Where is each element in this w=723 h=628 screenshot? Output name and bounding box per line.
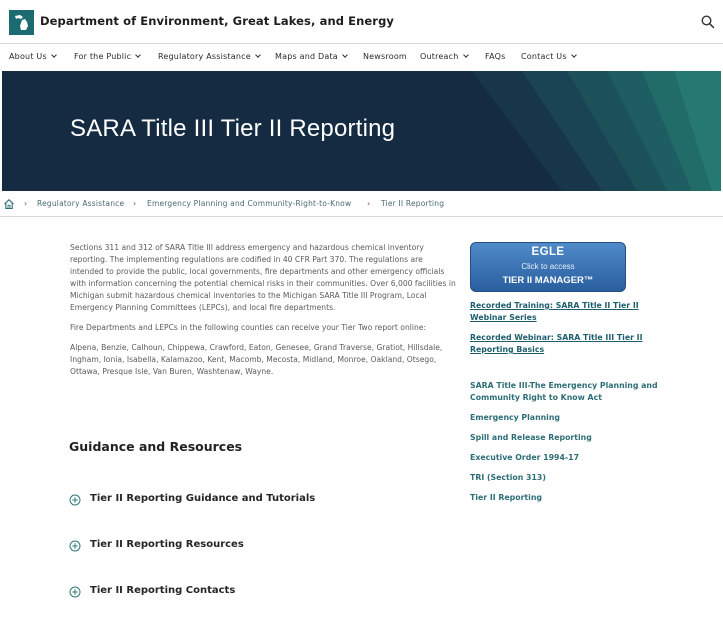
breadcrumb-separator-icon: ›	[24, 199, 28, 208]
related-link-emergency-planning[interactable]: Emergency Planning	[470, 412, 670, 424]
site-header: Department of Environment, Great Lakes, …	[0, 0, 723, 44]
nav-item-label: FAQs	[485, 52, 506, 61]
intro-paragraph: Sections 311 and 312 of SARA Title III a…	[70, 243, 456, 312]
main-nav: About Us For the Public Regulatory Assis…	[0, 44, 723, 71]
michigan-state-icon[interactable]	[9, 10, 34, 35]
nav-item-contact-us[interactable]: Contact Us	[521, 52, 577, 61]
tier-ii-manager-button[interactable]: EGLE Click to access TIER II MANAGER™	[470, 242, 626, 292]
search-icon	[701, 15, 715, 29]
hero-banner: SARA Title III Tier II Reporting	[2, 71, 721, 191]
search-button[interactable]	[700, 14, 716, 30]
plus-circle-icon	[69, 540, 81, 552]
counties-intro-paragraph: Fire Departments and LEPCs in the follow…	[70, 323, 427, 332]
breadcrumb-separator-icon: ›	[367, 199, 371, 208]
nav-item-label: Regulatory Assistance	[158, 52, 251, 61]
accordion-label: Tier II Reporting Contacts	[90, 585, 236, 596]
breadcrumb-item-emergency-planning[interactable]: Emergency Planning and Community-Right-t…	[147, 199, 351, 208]
accordion-contacts[interactable]: Tier II Reporting Contacts	[69, 585, 449, 601]
egle-button-title: TIER II MANAGER™	[502, 275, 594, 286]
accordion-guidance-and-tutorials[interactable]: Tier II Reporting Guidance and Tutorials	[69, 493, 449, 509]
accordion-label: Tier II Reporting Guidance and Tutorials	[90, 493, 316, 504]
nav-item-for-the-public[interactable]: For the Public	[74, 52, 142, 61]
nav-item-label: Maps and Data	[275, 52, 338, 61]
chevron-down-icon	[135, 52, 142, 58]
nav-item-faqs[interactable]: FAQs	[485, 52, 505, 61]
plus-circle-icon	[69, 494, 81, 506]
related-link-tri-section-313[interactable]: TRI (Section 313)	[470, 472, 670, 484]
section-title: Guidance and Resources	[69, 439, 243, 454]
nav-item-outreach[interactable]: Outreach	[420, 52, 469, 61]
breadcrumb-item-tier-ii-reporting: Tier II Reporting	[381, 199, 445, 208]
nav-item-label: Newsroom	[363, 52, 407, 61]
nav-item-newsroom[interactable]: Newsroom	[363, 52, 407, 61]
plus-circle-icon	[69, 586, 81, 598]
recorded-training-link[interactable]: Recorded Training: SARA Title II Tier II…	[470, 300, 670, 324]
nav-item-about-us[interactable]: About Us	[9, 52, 57, 61]
chevron-down-icon	[462, 52, 469, 58]
chevron-down-icon	[570, 52, 577, 58]
accordion-resources[interactable]: Tier II Reporting Resources	[69, 539, 449, 555]
site-title[interactable]: Department of Environment, Great Lakes, …	[40, 14, 394, 28]
related-link-spill-and-release[interactable]: Spill and Release Reporting	[470, 432, 670, 444]
counties-list-paragraph: Alpena, Benzie, Calhoun, Chippewa, Crawf…	[70, 343, 443, 376]
nav-item-label: Contact Us	[521, 52, 567, 61]
nav-item-label: For the Public	[74, 52, 132, 61]
page-title: SARA Title III Tier II Reporting	[70, 115, 396, 142]
recorded-webinar-link[interactable]: Recorded Webinar: SARA Title III Tier II…	[470, 332, 670, 356]
accordion-label: Tier II Reporting Resources	[90, 539, 244, 550]
related-link-executive-order[interactable]: Executive Order 1994-17	[470, 452, 670, 464]
nav-item-maps-and-data[interactable]: Maps and Data	[275, 52, 348, 61]
chevron-down-icon	[50, 52, 57, 58]
breadcrumb-item-regulatory-assistance[interactable]: Regulatory Assistance	[37, 199, 124, 208]
breadcrumb-separator-icon: ›	[133, 199, 137, 208]
chevron-down-icon	[342, 52, 348, 58]
nav-item-label: Outreach	[420, 52, 459, 61]
nav-item-regulatory-assistance[interactable]: Regulatory Assistance	[158, 52, 261, 61]
related-link-tier-ii-reporting[interactable]: Tier II Reporting	[470, 492, 670, 504]
breadcrumb: › Regulatory Assistance › Emergency Plan…	[0, 192, 723, 217]
nav-item-label: About Us	[9, 52, 47, 61]
egle-button-subtitle: Click to access	[521, 262, 575, 271]
chevron-down-icon	[254, 52, 261, 58]
egle-button-brand: EGLE	[531, 246, 565, 258]
related-link-sara-title-iii[interactable]: SARA Title III-The Emergency Planning an…	[470, 380, 670, 404]
home-icon[interactable]	[3, 198, 15, 210]
